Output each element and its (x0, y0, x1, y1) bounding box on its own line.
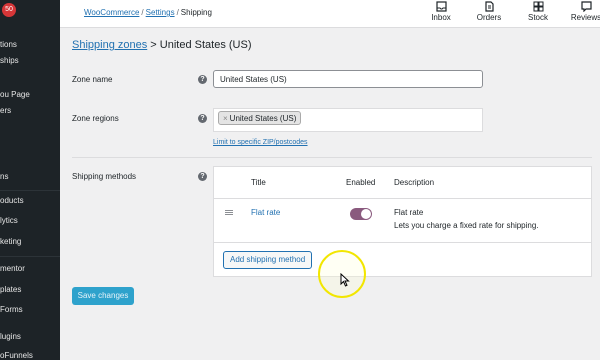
title-separator: > (150, 39, 157, 51)
page-title: Shipping zones > United States (US) (72, 39, 252, 51)
sidebar-separator (0, 190, 60, 191)
sidebar-item-plugins[interactable]: lugins (0, 332, 60, 341)
sidebar-item-forms[interactable]: Forms (0, 305, 60, 314)
stock-button[interactable]: Stock (517, 0, 559, 28)
admin-sidebar: 50 tions ships ou Page ers ns oducts lyt… (0, 0, 60, 360)
zone-name-label: Zone name (72, 75, 113, 84)
sidebar-item[interactable]: tions (0, 40, 60, 49)
method-description-text: Lets you charge a fixed rate for shippin… (394, 221, 539, 230)
reviews-label: Reviews (570, 13, 600, 22)
column-header-description: Description (394, 178, 435, 187)
stock-label: Stock (527, 13, 548, 22)
sidebar-item-elementor[interactable]: mentor (0, 264, 60, 273)
sidebar-item-funnels[interactable]: oFunnels (0, 351, 60, 360)
table-divider (214, 242, 591, 243)
mouse-cursor-icon (340, 273, 350, 287)
inbox-label: Inbox (431, 13, 451, 22)
help-icon[interactable]: ? (198, 114, 207, 123)
method-title-link[interactable]: Flat rate (251, 208, 280, 217)
inbox-icon (435, 1, 447, 12)
breadcrumb-woocommerce-link[interactable]: WooCommerce (84, 8, 139, 17)
sidebar-item-marketing[interactable]: keting (0, 237, 60, 246)
sidebar-item[interactable]: ships (0, 56, 60, 65)
toggle-knob (361, 209, 371, 219)
reviews-button[interactable]: Reviews (565, 0, 600, 28)
region-token: × United States (US) (218, 111, 302, 125)
limit-zip-link[interactable]: Limit to specific ZIP/postcodes (213, 139, 308, 146)
sidebar-item-templates[interactable]: plates (0, 285, 60, 294)
sidebar-item-products[interactable]: oducts (0, 196, 60, 205)
column-header-title: Title (251, 178, 266, 187)
help-icon[interactable]: ? (198, 172, 207, 181)
zone-title: United States (US) (159, 39, 252, 51)
sidebar-item[interactable]: ers (0, 106, 60, 115)
stock-icon (533, 1, 543, 12)
help-icon[interactable]: ? (198, 75, 207, 84)
sidebar-item-analytics[interactable]: lytics (0, 216, 60, 225)
sidebar-separator (0, 256, 60, 257)
zone-name-input[interactable]: United States (US) (213, 70, 483, 88)
inbox-button[interactable]: Inbox (420, 0, 462, 28)
save-changes-button[interactable]: Save changes (72, 287, 134, 305)
region-token-label: United States (US) (229, 114, 297, 123)
table-divider (214, 198, 591, 199)
orders-label: Orders (476, 13, 502, 22)
shipping-methods-label: Shipping methods (72, 172, 137, 181)
top-bar: WooCommerce / Settings / Shipping Inbox Orde… (60, 0, 600, 28)
sidebar-item[interactable]: ou Page (0, 90, 60, 99)
drag-handle-icon[interactable] (225, 210, 233, 215)
method-description-title: Flat rate (394, 208, 424, 217)
reviews-icon (580, 1, 592, 12)
method-enabled-toggle[interactable] (350, 208, 372, 220)
zone-regions-select[interactable]: × United States (US) (213, 108, 483, 132)
zone-regions-label: Zone regions (72, 114, 119, 123)
orders-icon (484, 1, 494, 12)
section-divider (72, 157, 592, 158)
orders-button[interactable]: Orders (468, 0, 510, 28)
shipping-zones-link[interactable]: Shipping zones (72, 39, 147, 51)
add-shipping-method-button[interactable]: Add shipping method (223, 251, 313, 269)
breadcrumb-settings-link[interactable]: Settings (146, 8, 175, 17)
notification-badge: 50 (2, 3, 16, 17)
shipping-methods-table: Title Enabled Description Flat rate Flat… (213, 166, 592, 277)
sidebar-item[interactable]: ns (0, 172, 60, 181)
column-header-enabled: Enabled (346, 178, 376, 187)
breadcrumb-current: Shipping (180, 8, 212, 17)
breadcrumb: WooCommerce / Settings / Shipping (84, 8, 212, 17)
remove-token-icon[interactable]: × (223, 114, 228, 123)
